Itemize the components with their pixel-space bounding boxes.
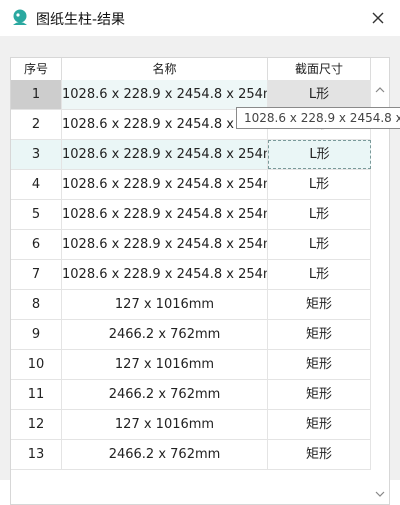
row-index-cell[interactable]: 2: [11, 110, 62, 139]
row-name-cell[interactable]: 1028.6 x 228.9 x 2454.8 x 254mm: [62, 80, 268, 109]
row-index-cell[interactable]: 5: [11, 200, 62, 229]
table-row[interactable]: 5 1028.6 x 228.9 x 2454.8 x 254mm L形: [11, 200, 371, 230]
row-name-cell[interactable]: 2466.2 x 762mm: [62, 320, 268, 349]
close-icon: [372, 12, 384, 24]
table-row[interactable]: 10 127 x 1016mm 矩形: [11, 350, 371, 380]
table-row[interactable]: 11 2466.2 x 762mm 矩形: [11, 380, 371, 410]
scroll-up-arrow-icon[interactable]: [371, 82, 389, 98]
table-header: 序号 名称 截面尺寸: [11, 58, 371, 81]
row-section-cell[interactable]: 矩形: [268, 290, 371, 319]
row-index-cell[interactable]: 11: [11, 380, 62, 409]
row-name-cell[interactable]: 127 x 1016mm: [62, 350, 268, 379]
table-row[interactable]: 1 1028.6 x 228.9 x 2454.8 x 254mm L形: [11, 80, 371, 110]
scroll-down-arrow-icon[interactable]: [371, 486, 389, 502]
row-name-cell[interactable]: 2466.2 x 762mm: [62, 440, 268, 469]
row-index-cell[interactable]: 7: [11, 260, 62, 289]
row-index-cell[interactable]: 3: [11, 140, 62, 169]
row-section-cell[interactable]: 矩形: [268, 350, 371, 379]
title-bar: 图纸生柱-结果: [0, 0, 400, 36]
table-row[interactable]: 3 1028.6 x 228.9 x 2454.8 x 254mm L形: [11, 140, 371, 170]
table-body: 1 1028.6 x 228.9 x 2454.8 x 254mm L形 2 1028.…: [11, 80, 371, 470]
table-row[interactable]: 13 2466.2 x 762mm 矩形: [11, 440, 371, 470]
row-name-cell[interactable]: 1028.6 x 228.9 x 2454.8 x 254mm: [62, 200, 268, 229]
app-logo-icon: [10, 8, 30, 28]
row-section-cell[interactable]: L形: [268, 230, 371, 259]
row-index-cell[interactable]: 9: [11, 320, 62, 349]
column-header-section[interactable]: 截面尺寸: [268, 58, 371, 80]
dialog-content: 序号 名称 截面尺寸 1 1028.6 x 228.9 x 2454.8 x 25…: [0, 36, 400, 505]
cell-tooltip: 1028.6 x 228.9 x 2454.8 x 254mm: [236, 107, 400, 129]
row-section-cell[interactable]: L形: [268, 260, 371, 289]
row-section-cell[interactable]: L形: [268, 80, 371, 109]
row-name-cell[interactable]: 1028.6 x 228.9 x 2454.8 x 254mm: [62, 140, 268, 169]
row-name-cell[interactable]: 1028.6 x 228.9 x 2454.8 x 254mm: [62, 170, 268, 199]
row-name-cell[interactable]: 2466.2 x 762mm: [62, 380, 268, 409]
row-index-cell[interactable]: 10: [11, 350, 62, 379]
row-index-cell[interactable]: 13: [11, 440, 62, 469]
vertical-scrollbar[interactable]: [371, 80, 389, 504]
row-section-cell[interactable]: 矩形: [268, 410, 371, 439]
row-index-cell[interactable]: 8: [11, 290, 62, 319]
table-row[interactable]: 9 2466.2 x 762mm 矩形: [11, 320, 371, 350]
row-index-cell[interactable]: 4: [11, 170, 62, 199]
row-section-cell[interactable]: L形: [268, 170, 371, 199]
row-section-cell[interactable]: 矩形: [268, 440, 371, 469]
column-header-name[interactable]: 名称: [62, 58, 268, 80]
column-header-index[interactable]: 序号: [11, 58, 62, 80]
window-title: 图纸生柱-结果: [36, 12, 126, 28]
close-button[interactable]: [368, 8, 388, 28]
table-row[interactable]: 8 127 x 1016mm 矩形: [11, 290, 371, 320]
table-row[interactable]: 7 1028.6 x 228.9 x 2454.8 x 254mm L形: [11, 260, 371, 290]
table-row[interactable]: 6 1028.6 x 228.9 x 2454.8 x 254mm L形: [11, 230, 371, 260]
row-section-cell[interactable]: L形: [268, 140, 371, 169]
row-index-cell[interactable]: 12: [11, 410, 62, 439]
table-row[interactable]: 4 1028.6 x 228.9 x 2454.8 x 254mm L形: [11, 170, 371, 200]
row-name-cell[interactable]: 127 x 1016mm: [62, 410, 268, 439]
table-row[interactable]: 12 127 x 1016mm 矩形: [11, 410, 371, 440]
row-name-cell[interactable]: 1028.6 x 228.9 x 2454.8 x 254mm: [62, 230, 268, 259]
row-index-cell[interactable]: 6: [11, 230, 62, 259]
row-section-cell[interactable]: 矩形: [268, 380, 371, 409]
row-name-cell[interactable]: 127 x 1016mm: [62, 290, 268, 319]
row-name-cell[interactable]: 1028.6 x 228.9 x 2454.8 x 254mm: [62, 260, 268, 289]
row-section-cell[interactable]: 矩形: [268, 320, 371, 349]
row-section-cell[interactable]: L形: [268, 200, 371, 229]
row-index-cell[interactable]: 1: [11, 80, 62, 109]
